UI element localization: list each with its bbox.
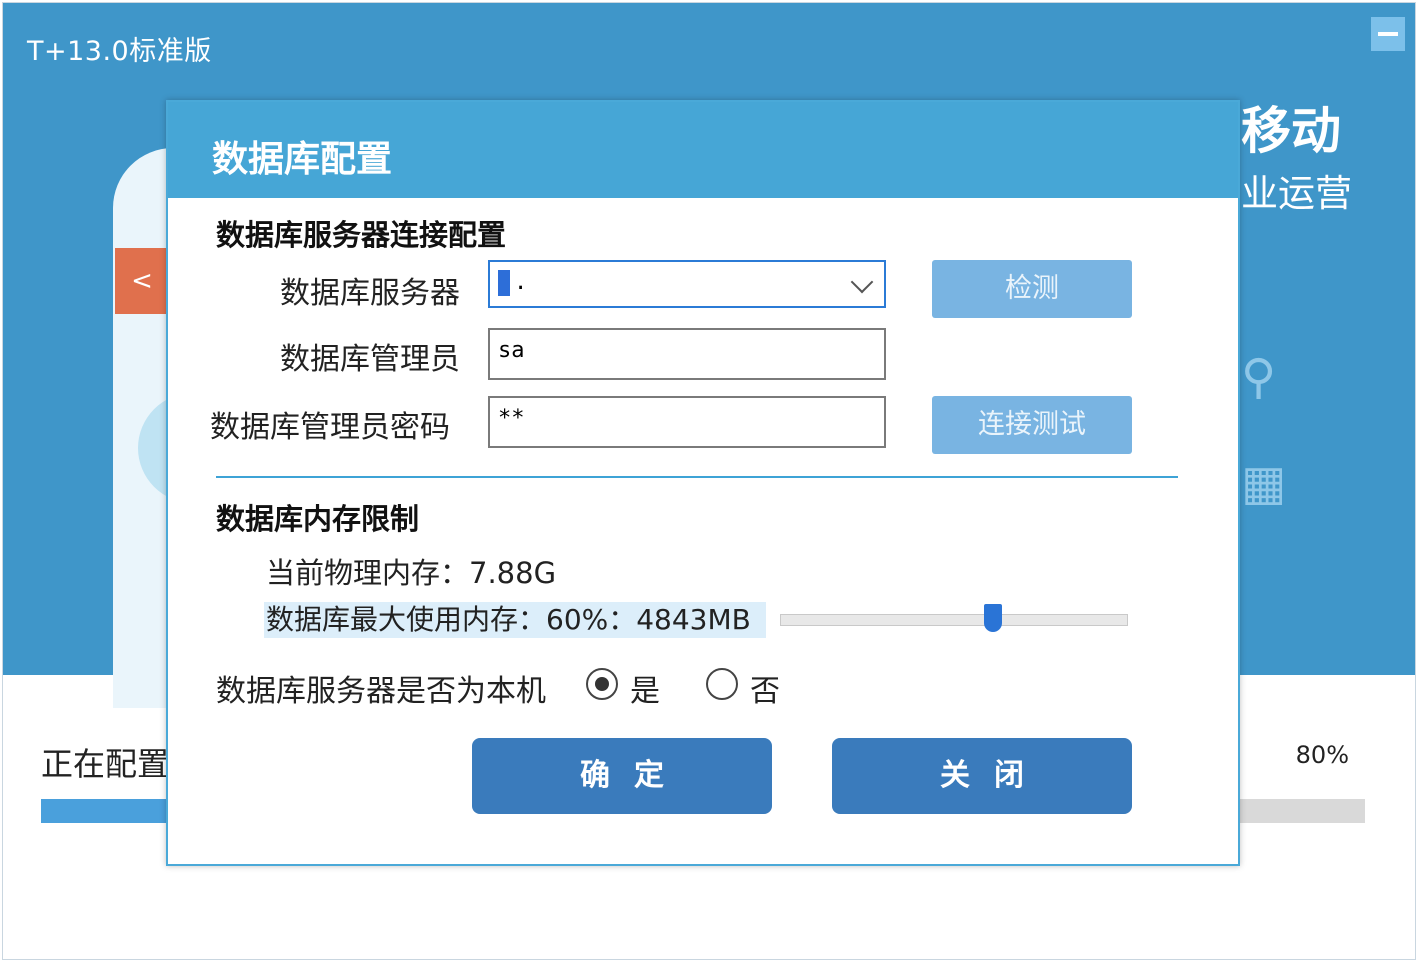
server-value: . xyxy=(514,270,528,295)
close-button[interactable]: 关闭 xyxy=(832,738,1132,814)
confirm-button[interactable]: 确定 xyxy=(472,738,772,814)
max-memory-text: 数据库最大使用内存：60%：4843MB xyxy=(264,602,766,638)
radio-no[interactable] xyxy=(706,668,738,700)
memory-section-title: 数据库内存限制 xyxy=(216,502,420,536)
search-icon: ⚲ xyxy=(1241,349,1277,405)
detect-button[interactable]: 检测 xyxy=(932,260,1132,318)
memory-slider-track[interactable] xyxy=(780,614,1128,626)
radio-yes-label: 是 xyxy=(630,674,660,709)
admin-label: 数据库管理员 xyxy=(280,342,460,377)
building-icon: ▦ xyxy=(1241,455,1287,511)
promo-subtitle: 业运营 xyxy=(1241,172,1352,215)
promo-title: 移动 xyxy=(1241,102,1341,160)
memory-slider-thumb[interactable] xyxy=(984,604,1002,632)
text-caret xyxy=(498,270,510,296)
server-label: 数据库服务器 xyxy=(280,276,460,311)
database-config-dialog: 数据库配置 数据库服务器连接配置 数据库服务器 . 检测 数据库管理员 sa 数… xyxy=(166,100,1240,866)
password-label: 数据库管理员密码 xyxy=(210,410,450,445)
physical-memory-text: 当前物理内存：7.88G xyxy=(266,556,557,590)
progress-percent: 80% xyxy=(1295,741,1349,769)
dialog-header: 数据库配置 xyxy=(168,102,1238,198)
radio-yes[interactable] xyxy=(586,668,618,700)
server-combobox[interactable]: . xyxy=(488,260,886,308)
radio-no-label: 否 xyxy=(750,674,780,709)
progress-label: 正在配置 xyxy=(41,745,170,783)
test-connection-button[interactable]: 连接测试 xyxy=(932,396,1132,454)
app-title: T+13.0标准版 xyxy=(27,36,212,67)
password-input[interactable]: ** xyxy=(488,396,886,448)
connection-section-title: 数据库服务器连接配置 xyxy=(216,218,507,252)
is-local-label: 数据库服务器是否为本机 xyxy=(216,674,546,709)
minimize-button[interactable] xyxy=(1371,17,1405,51)
chevron-down-icon[interactable] xyxy=(850,270,874,294)
section-divider xyxy=(216,476,1178,478)
admin-input[interactable]: sa xyxy=(488,328,886,380)
dialog-title: 数据库配置 xyxy=(212,139,393,180)
carousel-prev-button[interactable]: < xyxy=(115,248,169,314)
